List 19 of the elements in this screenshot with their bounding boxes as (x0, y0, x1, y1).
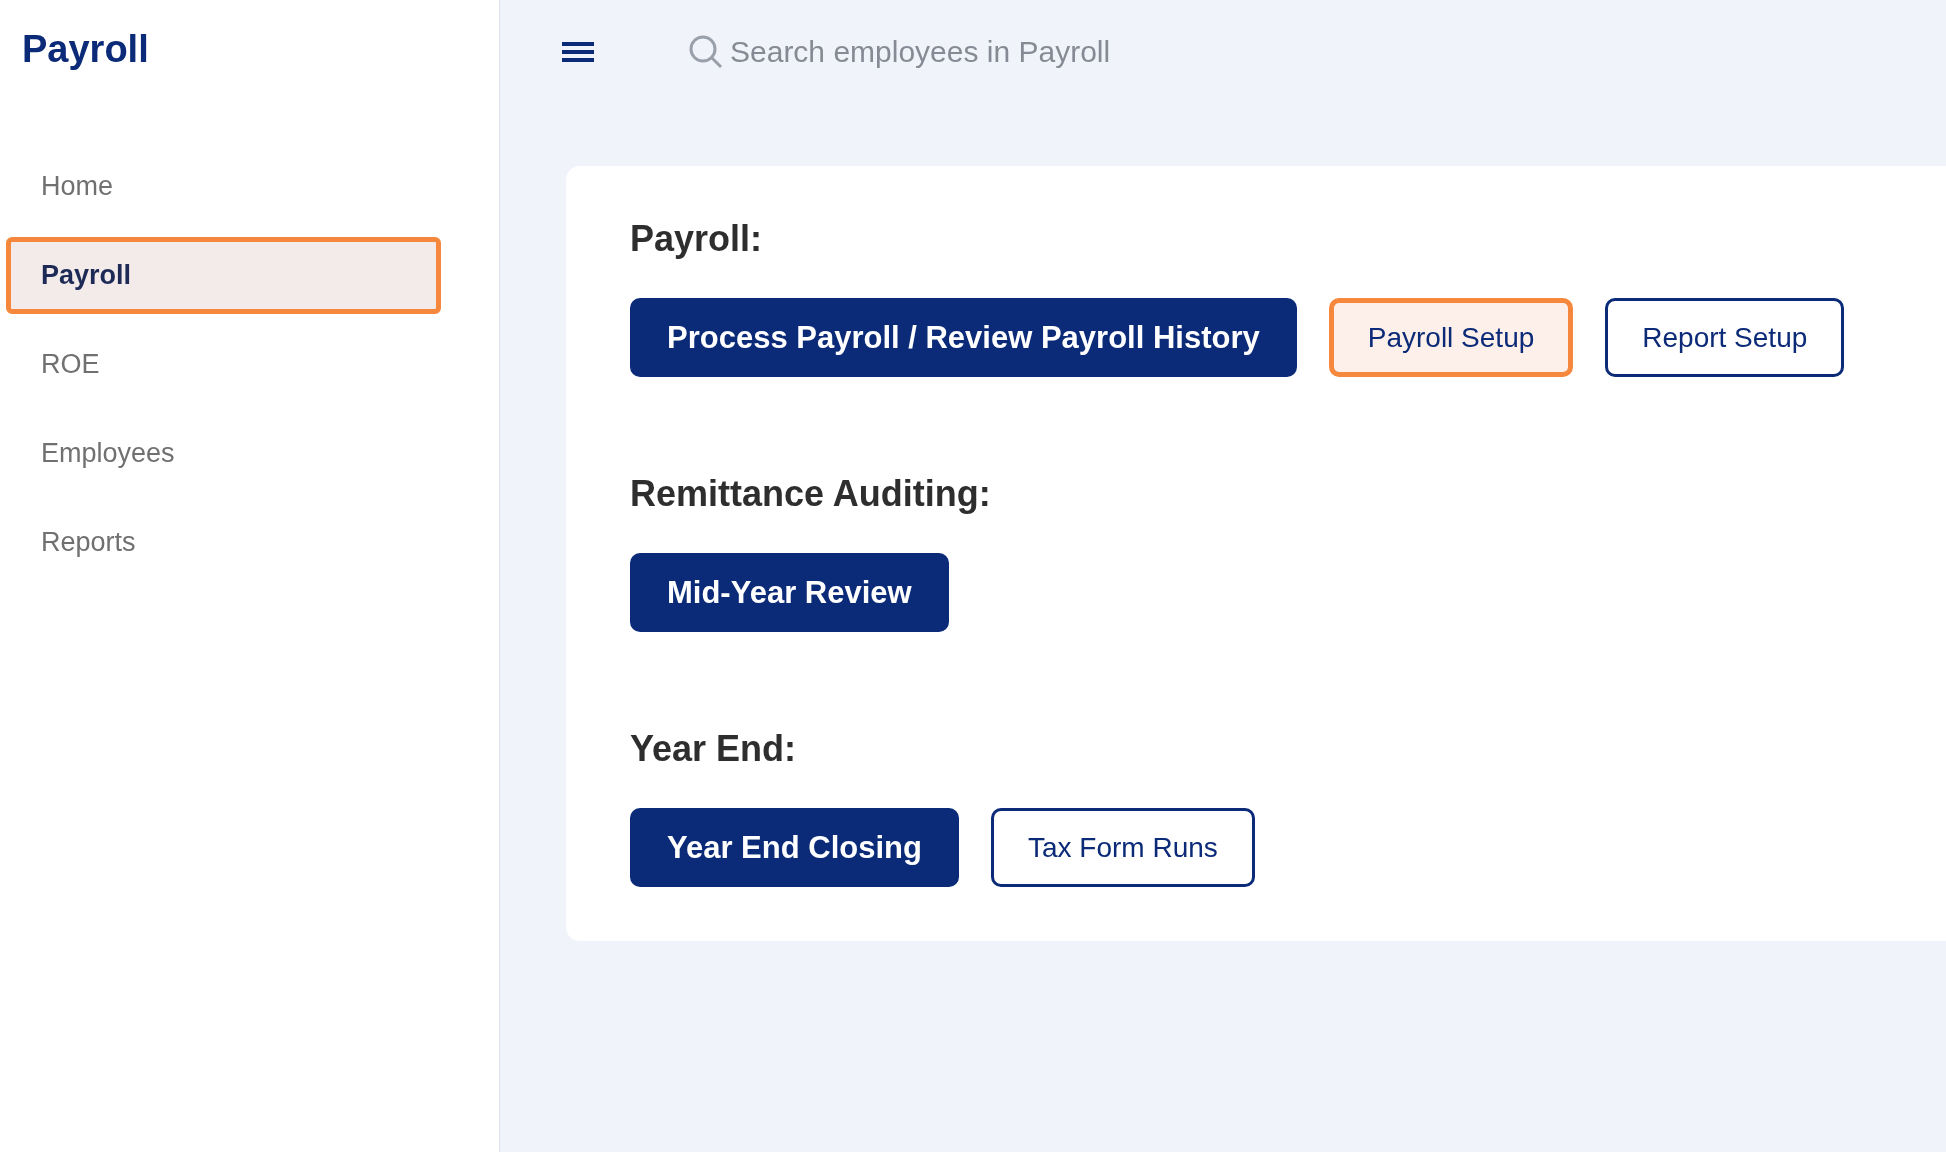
app-title: Payroll (21, 27, 150, 72)
action-button[interactable]: Process Payroll / Review Payroll History (630, 298, 1297, 377)
section-heading: Year End: (630, 728, 798, 770)
nav-item[interactable]: Payroll (6, 237, 441, 314)
nav-item[interactable]: ROE (6, 326, 441, 403)
nav-item[interactable]: Home (6, 148, 441, 225)
action-button[interactable]: Tax Form Runs (990, 808, 1255, 887)
nav-item[interactable]: Reports (6, 504, 441, 581)
nav-item[interactable]: Employees (6, 415, 441, 492)
action-button[interactable]: Mid-Year Review (630, 553, 949, 632)
section-heading: Payroll: (630, 218, 764, 260)
search-field[interactable]: Search employees in Payroll (730, 35, 1250, 69)
menu-button[interactable] (562, 40, 594, 64)
action-button[interactable]: Report Setup (1605, 298, 1845, 377)
section-heading: Remittance Auditing: (630, 473, 992, 515)
action-button[interactable]: Year End Closing (630, 808, 959, 887)
search-icon (688, 34, 724, 70)
action-button[interactable]: Payroll Setup (1328, 298, 1574, 377)
menu-icon (562, 40, 594, 64)
